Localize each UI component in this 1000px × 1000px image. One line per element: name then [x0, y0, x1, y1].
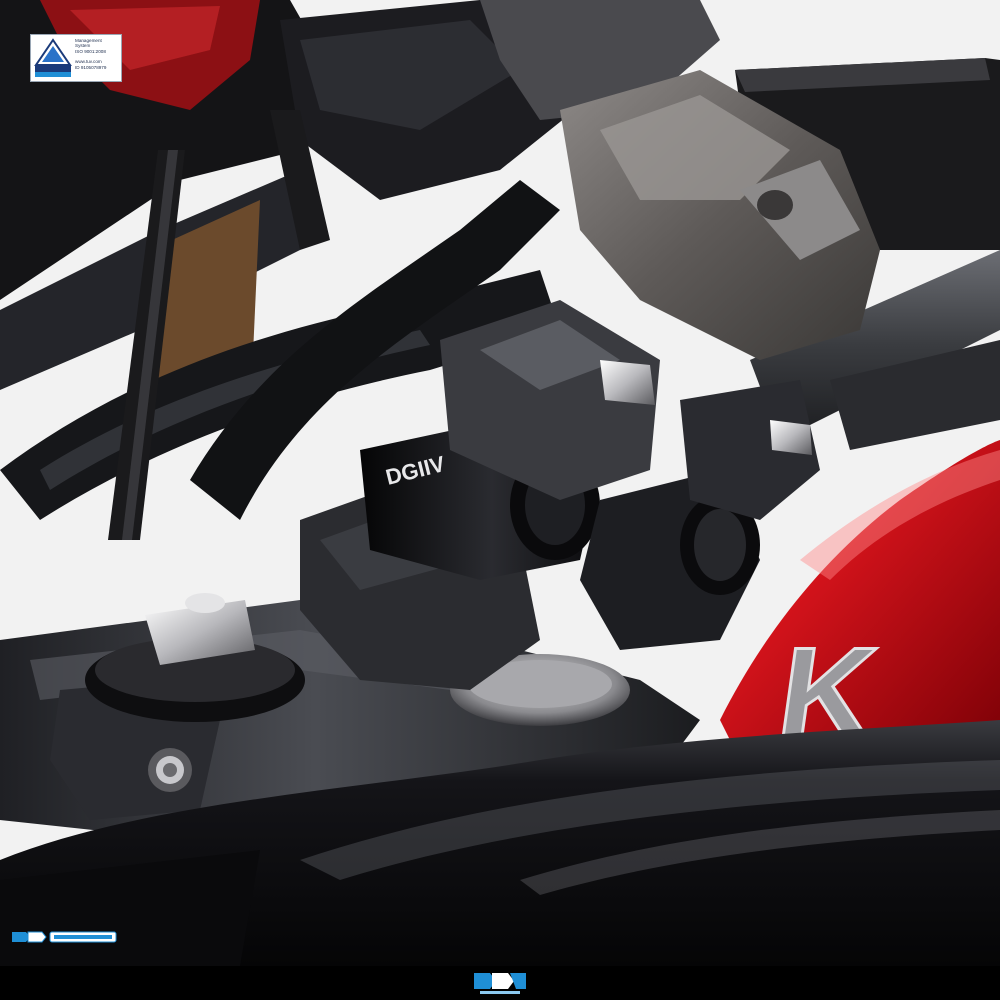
certification-text: Management System ISO 9001:2008 www.tuv.… — [75, 38, 121, 70]
badge-line-5: ID 9105078979 — [75, 64, 107, 70]
product-photo: DGIIV K Management System ISO 9001:2008 … — [0, 0, 1000, 1000]
dimotiv-logo-icon — [474, 973, 526, 994]
certification-badge: Management System ISO 9001:2008 www.tuv.… — [30, 34, 122, 82]
clamp-bolt — [600, 360, 655, 405]
dimotiv-wordmark-icon — [12, 931, 117, 943]
motorcycle-riser-photo: DGIIV K — [0, 0, 1000, 1000]
bottom-brand-bar — [0, 966, 1000, 1000]
tuv-rheinland-seal-icon — [33, 37, 73, 79]
